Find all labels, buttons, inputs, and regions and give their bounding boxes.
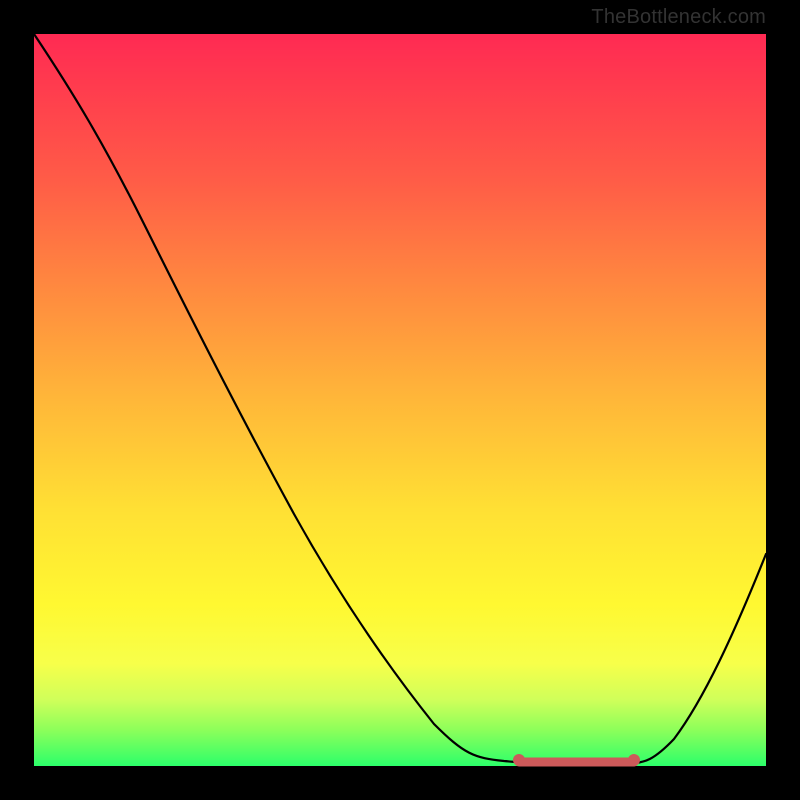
bottleneck-curve xyxy=(34,34,766,763)
optimal-range-start-icon xyxy=(513,754,525,766)
optimal-range-end-icon xyxy=(628,754,640,766)
chart-frame: TheBottleneck.com xyxy=(0,0,800,800)
watermark-text: TheBottleneck.com xyxy=(591,6,766,29)
curve-svg xyxy=(34,34,766,766)
plot-area xyxy=(34,34,766,766)
